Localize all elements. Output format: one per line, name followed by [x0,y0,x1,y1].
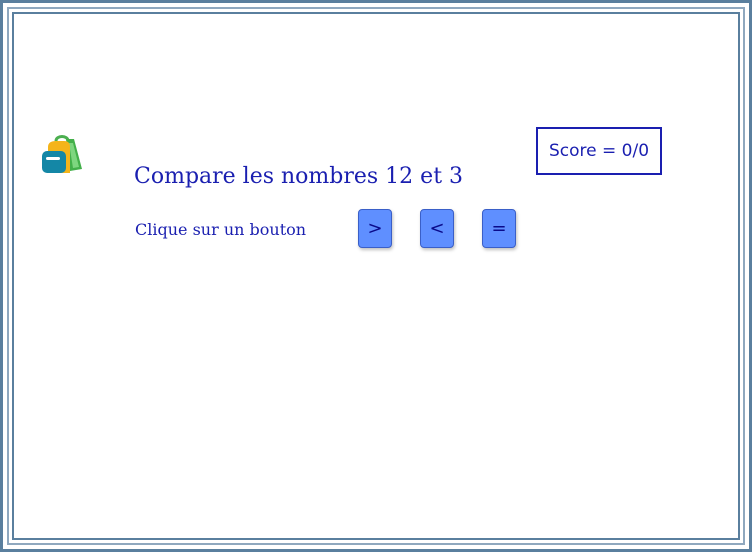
question-text: Compare les nombres 12 et 3 [134,164,464,189]
outer-frame [0,0,752,552]
score-display: Score = 0/0 [536,127,662,175]
backpack-icon [42,135,82,173]
inner-frame [12,12,740,540]
greater-than-button[interactable]: > [358,209,392,248]
less-than-button[interactable]: < [420,209,454,248]
equal-button[interactable]: = [482,209,516,248]
instruction-text: Clique sur un bouton [135,220,307,239]
